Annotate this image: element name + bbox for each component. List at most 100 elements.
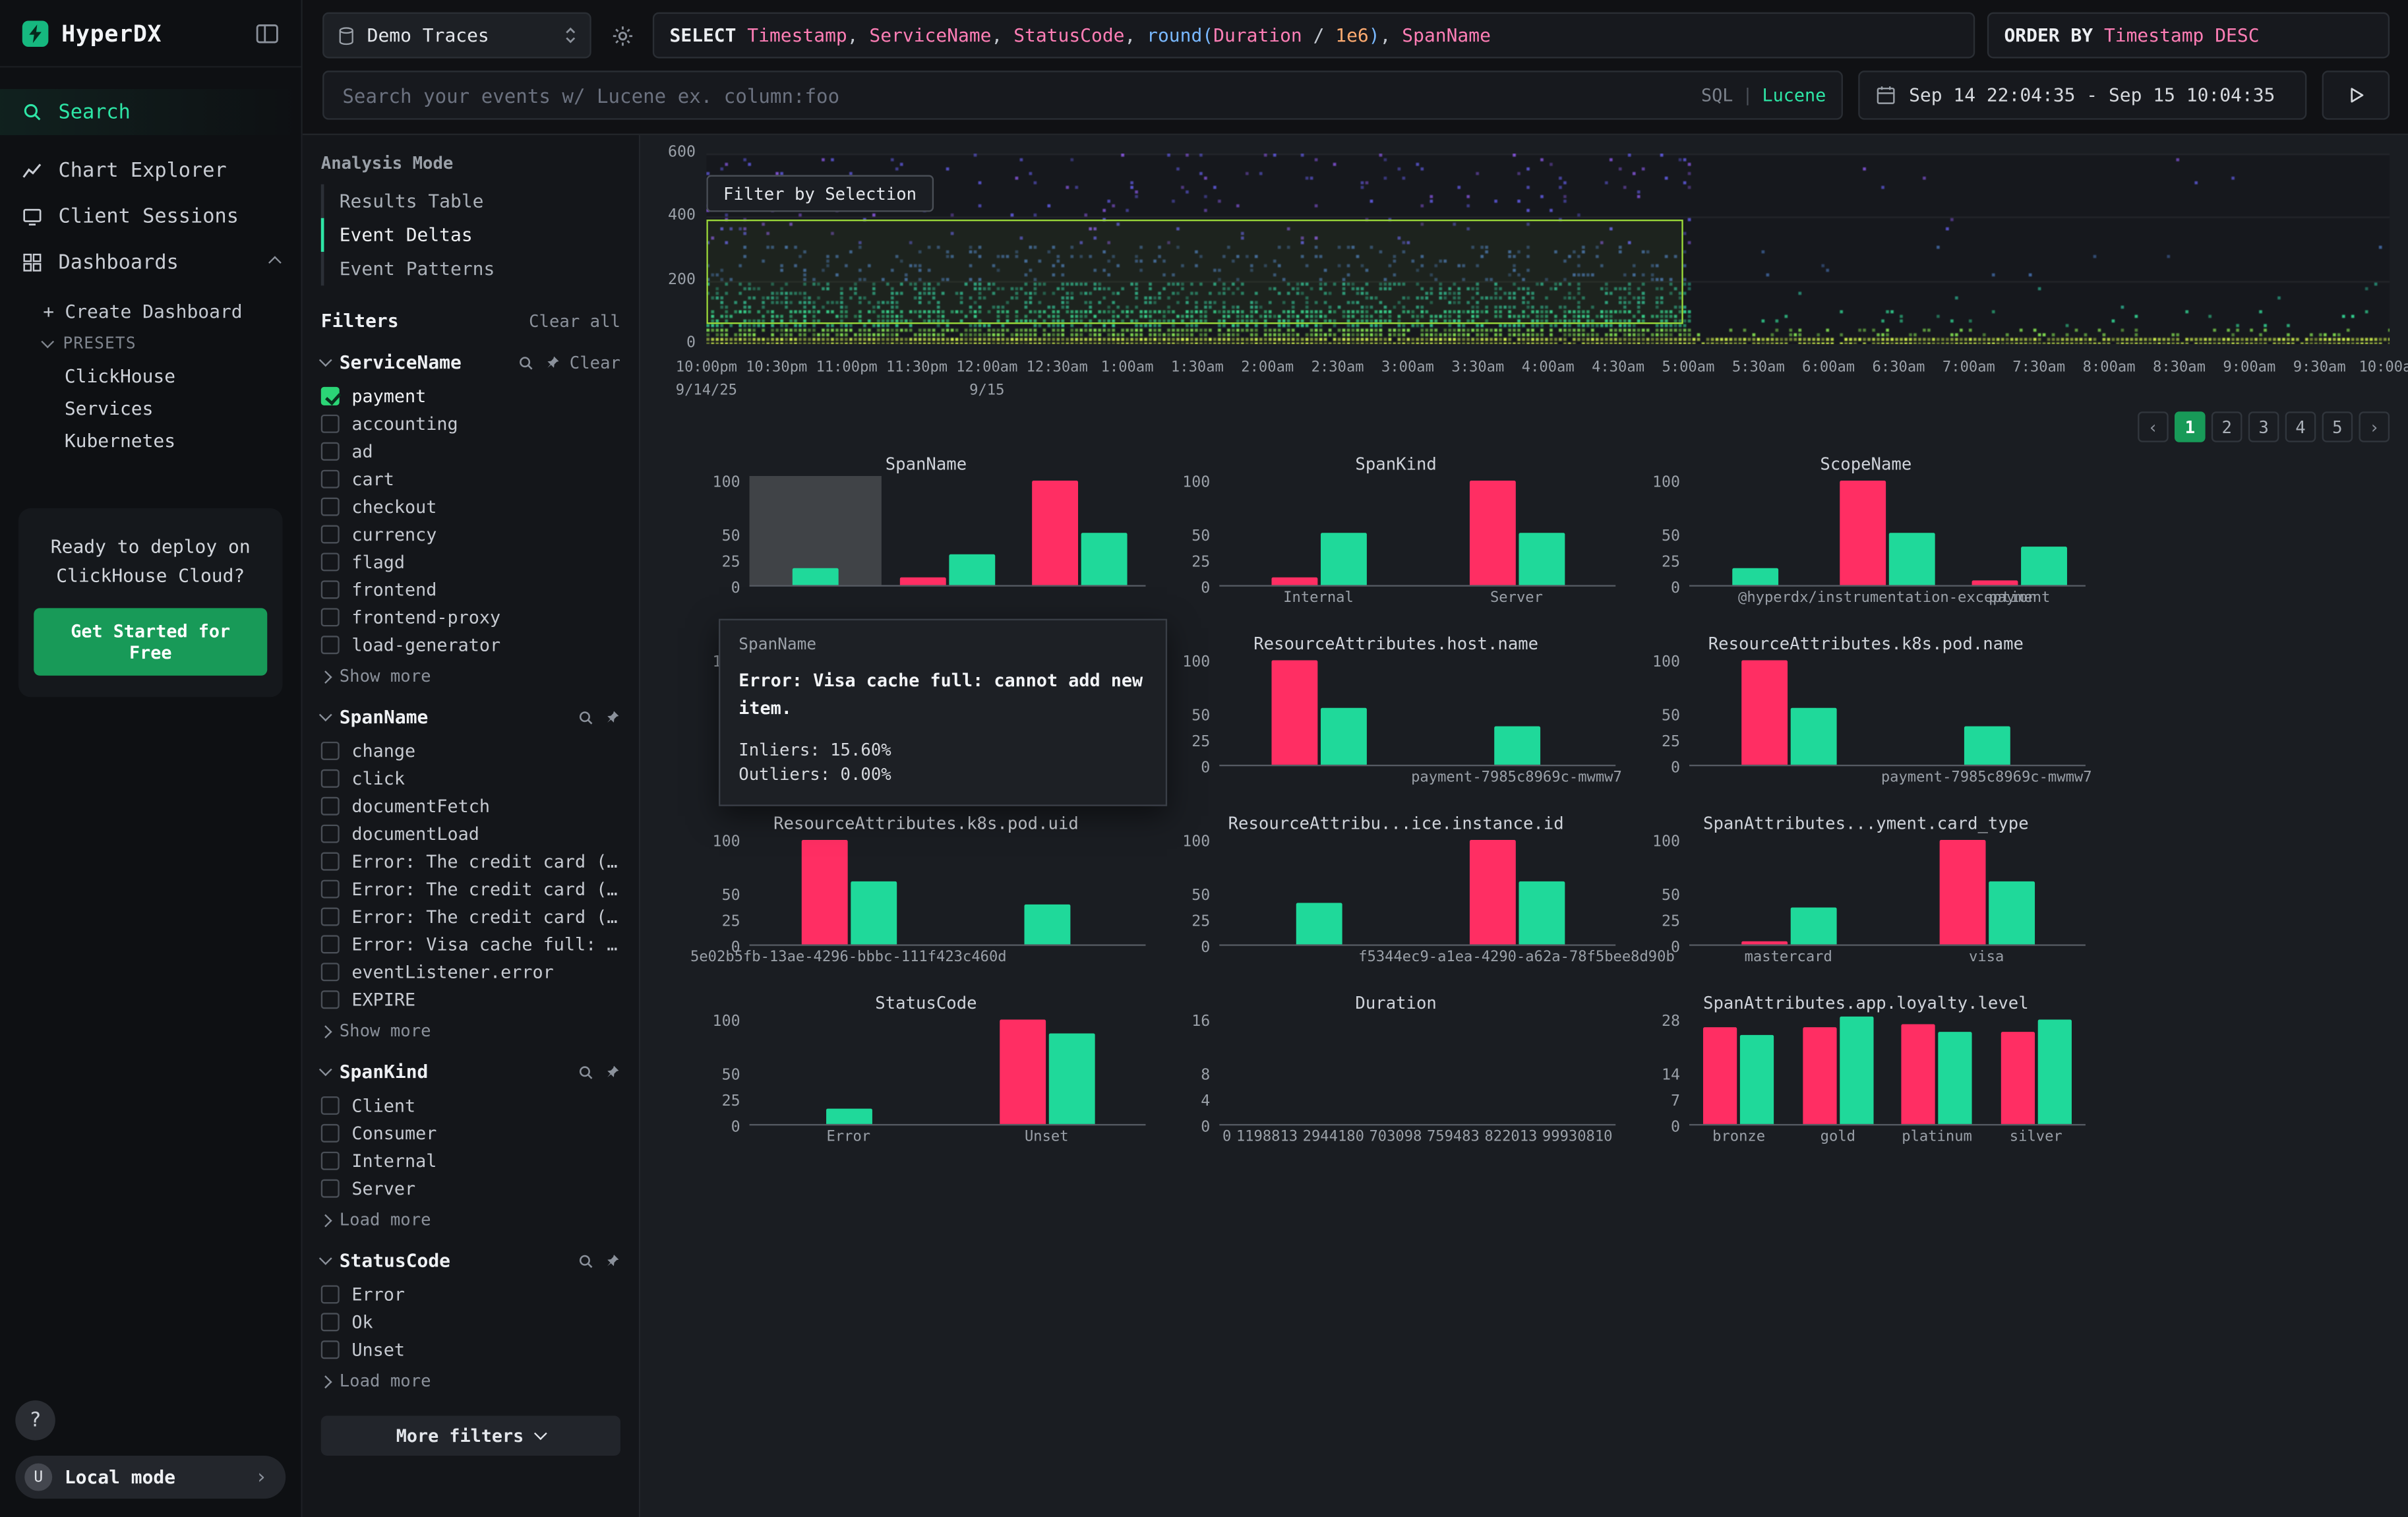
checkbox[interactable] (321, 1179, 340, 1198)
more-filters-button[interactable]: More filters (321, 1415, 620, 1456)
filter-option-error-the-credit-card-[interactable]: Error: The credit card (… (321, 848, 620, 876)
green-bar[interactable] (1493, 727, 1540, 765)
green-bar[interactable] (2021, 547, 2067, 585)
order-by-input[interactable]: ORDER BY Timestamp DESC (1987, 13, 2390, 59)
checkbox[interactable] (321, 1285, 340, 1303)
bar-group[interactable] (1689, 476, 1821, 585)
page-button-4[interactable]: 4 (2285, 411, 2316, 442)
checkbox[interactable] (321, 907, 340, 926)
sidebar-item-search[interactable]: Search (0, 89, 301, 135)
filter-option-expire[interactable]: EXPIRE (321, 986, 620, 1013)
green-bar[interactable] (1732, 568, 1778, 585)
pin-icon[interactable] (603, 1252, 620, 1269)
checkbox[interactable] (321, 442, 340, 461)
green-bar[interactable] (1518, 882, 1564, 944)
bar-group[interactable] (1418, 835, 1615, 944)
filter-option-cart[interactable]: cart (321, 465, 620, 493)
get-started-button[interactable]: Get Started for Free (34, 609, 267, 676)
chevron-down-icon[interactable] (319, 1252, 332, 1265)
pink-bar[interactable] (801, 841, 847, 944)
sidebar-item-clickhouse[interactable]: ClickHouse (43, 359, 301, 392)
green-bar[interactable] (1320, 707, 1366, 765)
pink-bar[interactable] (1803, 1028, 1836, 1124)
bar-group[interactable] (1689, 835, 1887, 944)
green-bar[interactable] (949, 554, 995, 585)
pink-bar[interactable] (1469, 841, 1515, 944)
checkbox[interactable] (321, 1340, 340, 1359)
pink-bar[interactable] (1741, 661, 1787, 764)
green-bar[interactable] (1939, 1031, 1972, 1124)
analysis-mode-results-table[interactable]: Results Table (321, 184, 620, 218)
pink-bar[interactable] (1902, 1024, 1935, 1124)
search-icon[interactable] (518, 354, 535, 371)
pink-bar[interactable] (1741, 941, 1787, 945)
checkbox[interactable] (321, 387, 340, 405)
page-button-5[interactable]: 5 (2322, 411, 2353, 442)
create-dashboard-button[interactable]: + Create Dashboard (43, 295, 301, 327)
checkbox[interactable] (321, 1124, 340, 1143)
filter-option-flagd[interactable]: flagd (321, 548, 620, 576)
prev-page-button[interactable]: ‹ (2138, 411, 2169, 442)
bar-group[interactable] (882, 476, 1013, 585)
bar-group[interactable] (1821, 476, 1953, 585)
green-bar[interactable] (1988, 882, 2034, 944)
green-bar[interactable] (1740, 1035, 1774, 1124)
filter-option-client[interactable]: Client (321, 1092, 620, 1119)
checkbox[interactable] (321, 498, 340, 516)
pink-bar[interactable] (1939, 841, 1985, 944)
analysis-mode-event-patterns[interactable]: Event Patterns (321, 252, 620, 285)
bar-group[interactable] (1013, 476, 1145, 585)
sql-select-input[interactable]: SELECT Timestamp, ServiceName, StatusCod… (653, 13, 1975, 59)
checkbox[interactable] (321, 1096, 340, 1115)
green-bar[interactable] (1964, 727, 2010, 765)
pink-bar[interactable] (1840, 481, 1886, 585)
page-button-2[interactable]: 2 (2212, 411, 2242, 442)
filter-option-frontend-proxy[interactable]: frontend-proxy (321, 603, 620, 631)
presets-toggle[interactable]: PRESETS (43, 327, 301, 359)
bar-group[interactable] (1887, 656, 2085, 765)
sidebar-item-client-sessions[interactable]: Client Sessions (0, 193, 301, 239)
filter-option-payment[interactable]: payment (321, 382, 620, 410)
checkbox[interactable] (321, 880, 340, 899)
mode-sql-toggle[interactable]: SQL (1701, 84, 1733, 106)
green-bar[interactable] (1320, 533, 1366, 585)
date-range-picker[interactable]: Sep 14 22:04:35 - Sep 15 10:04:35 (1858, 71, 2306, 120)
page-button-1[interactable]: 1 (2175, 411, 2206, 442)
source-select[interactable]: Demo Traces (322, 13, 591, 59)
bar-group[interactable] (1418, 656, 1615, 765)
filter-option-documentfetch[interactable]: documentFetch (321, 792, 620, 820)
bar-group[interactable] (1219, 656, 1417, 765)
filter-option-click[interactable]: click (321, 765, 620, 792)
bar-group[interactable] (1219, 835, 1417, 944)
checkbox[interactable] (321, 636, 340, 654)
filter-option-ad[interactable]: ad (321, 438, 620, 465)
filter-by-selection-button[interactable]: Filter by Selection (706, 175, 933, 212)
bar-group[interactable] (750, 1015, 948, 1124)
checkbox[interactable] (321, 825, 340, 843)
filter-option-error-the-credit-card-[interactable]: Error: The credit card (… (321, 876, 620, 903)
filter-option-error-visa-cache-full-[interactable]: Error: Visa cache full: … (321, 930, 620, 958)
chevron-down-icon[interactable] (319, 1063, 332, 1077)
page-button-3[interactable]: 3 (2248, 411, 2279, 442)
green-bar[interactable] (1790, 707, 1836, 765)
checkbox[interactable] (321, 470, 340, 489)
filter-option-load-generator[interactable]: load-generator (321, 631, 620, 659)
bar-group[interactable] (1418, 476, 1615, 585)
local-mode-menu[interactable]: U Local mode › (15, 1456, 286, 1499)
pin-icon[interactable] (603, 709, 620, 726)
checkbox[interactable] (321, 1313, 340, 1331)
green-bar[interactable] (1023, 905, 1069, 945)
checkbox[interactable] (321, 963, 340, 981)
green-bar[interactable] (1889, 533, 1935, 585)
sidebar-collapse-icon[interactable] (255, 22, 280, 46)
filter-option-server[interactable]: Server (321, 1175, 620, 1203)
checkbox[interactable] (321, 935, 340, 953)
checkbox[interactable] (321, 852, 340, 871)
filter-option-currency[interactable]: currency (321, 521, 620, 549)
green-bar[interactable] (1790, 908, 1836, 944)
bar-group[interactable] (948, 1015, 1145, 1124)
show-more-button[interactable]: Show more (321, 1021, 620, 1041)
sidebar-item-dashboards[interactable]: Dashboards (0, 239, 301, 285)
green-bar[interactable] (1048, 1032, 1095, 1124)
bar-group[interactable] (1689, 1015, 1788, 1124)
